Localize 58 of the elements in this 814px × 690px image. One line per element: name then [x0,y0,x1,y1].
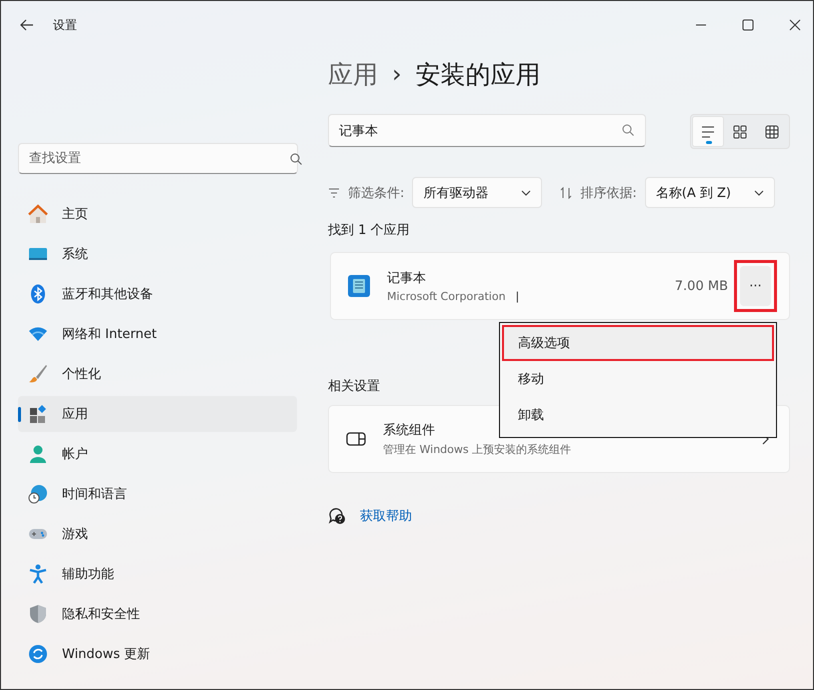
grid-icon [765,124,779,138]
sidebar-item[interactable]: 系统 [18,236,297,272]
help-link[interactable]: 获取帮助 [360,507,412,525]
sidebar-item[interactable]: 个性化 [18,356,297,392]
sidebar-item[interactable]: 辅助功能 [18,556,297,592]
sort-dropdown[interactable]: 名称(A 到 Z) [644,177,775,208]
back-icon[interactable] [20,19,34,31]
sidebar-item[interactable]: 帐户 [18,436,297,472]
search-field[interactable]: 记事本 [328,114,646,147]
app-size: 7.00 MB [674,278,728,294]
house-icon [27,203,49,225]
sidebar-item[interactable]: 蓝牙和其他设备 [18,276,297,312]
tiles-icon [733,124,747,138]
separator-mark: | [516,290,520,303]
sidebar-item[interactable]: 时间和语言 [18,476,297,512]
chevron-down-icon [521,190,532,196]
app-name: 记事本 [387,270,427,287]
apps-icon [27,403,49,425]
component-icon [346,432,366,446]
card-description: 管理在 Windows 上预安装的系统组件 [383,442,572,457]
brush-icon [27,363,49,385]
list-view-button[interactable] [692,116,724,147]
list-icon [701,124,715,138]
accessibility-icon [27,563,49,585]
sidebar-item[interactable]: 主页 [18,196,297,232]
sidebar-item[interactable]: 隐私和安全性 [18,596,297,632]
filter-icon [328,188,340,198]
refresh-icon [27,643,49,665]
breadcrumb-separator: › [392,60,402,88]
sidebar-item[interactable]: 游戏 [18,516,297,552]
chevron-down-icon [754,190,764,196]
window-title: 设置 [53,16,77,34]
help-icon [328,507,346,525]
section-heading: 相关设置 [328,378,380,395]
breadcrumb-link[interactable]: 应用 [328,58,378,90]
search-field[interactable]: 查找设置 [18,143,298,174]
menu-item[interactable]: 高级选项 [502,325,774,361]
filter-label: 筛选条件: [348,184,404,202]
globe-clock-icon [27,483,49,505]
sort-icon [560,186,572,198]
maximize-icon[interactable] [742,19,754,31]
sidebar-item[interactable]: 应用 [18,396,297,432]
shield-icon [27,603,49,625]
result-count: 找到 1 个应用 [328,222,411,239]
sidebar-item[interactable]: Windows 更新 [18,636,297,672]
app-publisher: Microsoft Corporation [387,290,506,303]
more-button[interactable]: ··· [740,266,771,306]
page-title: 安装的应用 [416,58,541,90]
sort-label: 排序依据: [580,184,637,202]
filter-dropdown[interactable]: 所有驱动器 [412,177,542,208]
person-icon [27,443,49,465]
sidebar-item[interactable]: 网络和 Internet [18,316,297,352]
notepad-icon [348,274,370,298]
search-icon [290,153,302,165]
close-icon[interactable] [789,19,801,31]
menu-item[interactable]: 移动 [502,361,774,397]
card-title: 系统组件 [383,422,436,439]
search-icon [622,124,634,136]
